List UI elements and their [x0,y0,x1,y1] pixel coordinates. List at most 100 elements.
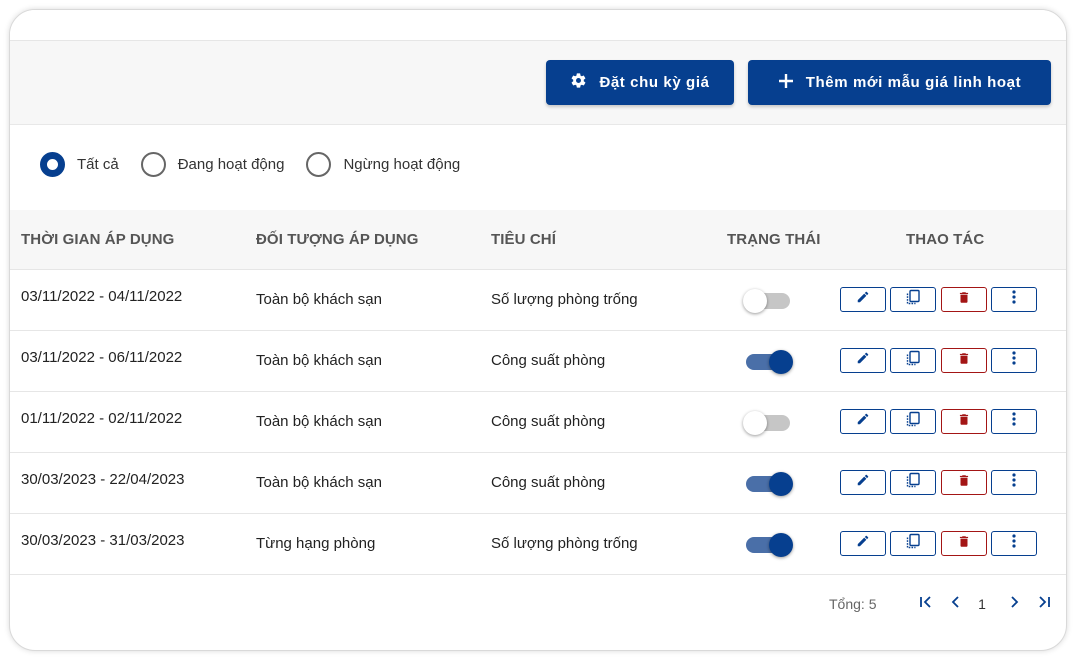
cell-object: Từng hạng phòng [256,535,376,552]
edit-button[interactable] [840,531,886,556]
cell-time: 03/11/2022 - 06/11/2022 [21,349,183,366]
copy-button[interactable] [890,287,936,312]
toggle-knob [743,411,767,435]
prev-page-button[interactable] [945,593,967,615]
cell-object: Toàn bộ khách sạn [256,474,382,491]
table-row: 01/11/2022 - 02/11/2022 Toàn bộ khách sạn… [10,392,1066,453]
trash-icon [957,290,971,310]
first-page-icon [919,595,933,614]
cell-object: Toàn bộ khách sạn [256,352,382,369]
copy-icon [905,350,921,371]
status-toggle[interactable] [743,411,793,435]
add-flexible-price-button[interactable]: Thêm mới mẫu giá linh hoạt [748,60,1051,105]
edit-button[interactable] [840,348,886,373]
more-vertical-icon [1012,351,1016,370]
copy-button[interactable] [890,348,936,373]
delete-button[interactable] [941,470,987,495]
delete-button[interactable] [941,348,987,373]
edit-button[interactable] [840,287,886,312]
set-price-cycle-label: Đặt chu kỳ giá [599,74,710,91]
copy-button[interactable] [890,409,936,434]
edit-icon [856,534,870,553]
cell-object: Toàn bộ khách sạn [256,291,382,308]
last-page-button[interactable] [1033,593,1055,615]
prev-page-icon [949,595,963,614]
toggle-knob [769,472,793,496]
toggle-knob [769,533,793,557]
first-page-button[interactable] [915,593,937,615]
table-row: 30/03/2023 - 22/04/2023 Toàn bộ khách sạn… [10,453,1066,514]
radio-indicator [306,151,332,177]
toggle-knob [769,350,793,374]
header-status: TRẠNG THÁI [727,231,821,248]
plus-icon [778,73,806,93]
cell-criteria: Công suất phòng [491,413,606,430]
copy-icon [905,533,921,554]
copy-button[interactable] [890,470,936,495]
status-toggle[interactable] [743,350,793,374]
cell-time: 03/11/2022 - 04/11/2022 [21,288,183,305]
delete-button[interactable] [941,531,987,556]
more-button[interactable] [991,287,1037,312]
edit-icon [856,412,870,431]
status-toggle[interactable] [743,533,793,557]
radio-indicator [40,151,65,177]
more-vertical-icon [1012,473,1016,492]
status-toggle[interactable] [743,472,793,496]
cell-criteria: Công suất phòng [491,474,606,491]
add-flexible-price-label: Thêm mới mẫu giá linh hoạt [805,74,1022,91]
top-strip [10,10,1066,41]
more-button[interactable] [991,348,1037,373]
cell-time: 01/11/2022 - 02/11/2022 [21,410,183,427]
filter-active-label: Đang hoạt động [177,155,285,173]
cell-criteria: Công suất phòng [491,352,606,369]
header-time: THỜI GIAN ÁP DỤNG [21,231,175,248]
edit-button[interactable] [840,470,886,495]
cell-time: 30/03/2023 - 22/04/2023 [21,471,185,488]
filter-all-label: Tất cả [77,155,119,173]
table-row: 03/11/2022 - 04/11/2022 Toàn bộ khách sạn… [10,270,1066,331]
filter-active-radio[interactable]: Đang hoạt động [140,151,285,177]
trash-icon [957,412,971,432]
more-button[interactable] [991,531,1037,556]
total-count: Tổng: 5 [829,596,877,612]
header-actions: THAO TÁC [906,231,985,248]
cell-object: Toàn bộ khách sạn [256,413,382,430]
more-button[interactable] [991,409,1037,434]
last-page-icon [1037,595,1051,614]
table-row: 03/11/2022 - 06/11/2022 Toàn bộ khách sạn… [10,331,1066,392]
header-object: ĐỐI TƯỢNG ÁP DỤNG [256,231,419,248]
next-page-button[interactable] [1003,593,1025,615]
filter-all-radio[interactable]: Tất cả [40,151,119,177]
table-header: THỜI GIAN ÁP DỤNG ĐỐI TƯỢNG ÁP DỤNG TIÊU… [10,210,1066,270]
cell-criteria: Số lượng phòng trống [491,291,638,308]
next-page-icon [1007,595,1021,614]
more-vertical-icon [1012,534,1016,553]
table-row: 30/03/2023 - 31/03/2023 Từng hạng phòng Số… [10,514,1066,575]
status-filter: Tất cả Đang hoạt động Ngừng hoạt động [40,149,482,179]
trash-icon [957,473,971,493]
set-price-cycle-button[interactable]: Đặt chu kỳ giá [546,60,734,105]
delete-button[interactable] [941,287,987,312]
copy-icon [905,411,921,432]
more-button[interactable] [991,470,1037,495]
header-criteria: TIÊU CHÍ [491,231,556,248]
status-toggle[interactable] [743,289,793,313]
current-page-button[interactable]: 1 [971,593,993,615]
pagination: Tổng: 5 1 [10,575,1066,635]
trash-icon [957,351,971,371]
copy-button[interactable] [890,531,936,556]
more-vertical-icon [1012,290,1016,309]
filter-inactive-radio[interactable]: Ngừng hoạt động [306,151,461,177]
cell-criteria: Số lượng phòng trống [491,535,638,552]
radio-indicator [140,151,166,177]
gear-icon [570,72,599,93]
filter-inactive-label: Ngừng hoạt động [343,155,461,173]
pricing-card: Đặt chu kỳ giá Thêm mới mẫu giá linh hoạ… [9,9,1067,651]
edit-button[interactable] [840,409,886,434]
delete-button[interactable] [941,409,987,434]
edit-icon [856,473,870,492]
cell-time: 30/03/2023 - 31/03/2023 [21,532,185,549]
copy-icon [905,472,921,493]
trash-icon [957,534,971,554]
